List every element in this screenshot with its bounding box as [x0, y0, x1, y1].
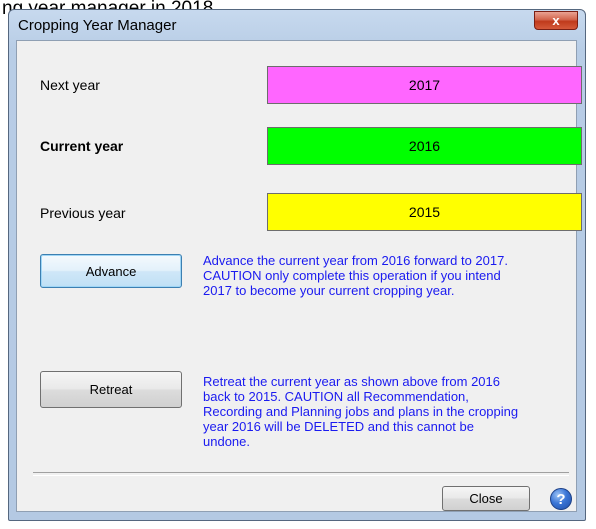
current-year-label: Current year: [40, 138, 124, 154]
window-title: Cropping Year Manager: [18, 17, 177, 34]
footer-separator: [33, 472, 569, 476]
close-button[interactable]: Close: [442, 486, 530, 511]
previous-year-label: Previous year: [40, 205, 126, 221]
current-year-field: 2016: [267, 127, 582, 165]
advance-button[interactable]: Advance: [40, 254, 182, 288]
window-close-button[interactable]: x: [534, 11, 578, 30]
next-year-field: 2017: [267, 66, 582, 104]
close-icon: x: [552, 13, 560, 28]
retreat-button[interactable]: Retreat: [40, 371, 182, 408]
dialog-body: Next year 2017 Current year 2016 Previou…: [16, 40, 582, 512]
retreat-description: Retreat the current year as shown above …: [203, 374, 519, 449]
next-year-label: Next year: [40, 77, 100, 93]
help-icon[interactable]: ?: [550, 488, 572, 510]
advance-description: Advance the current year from 2016 forwa…: [203, 253, 508, 298]
previous-year-field: 2015: [267, 193, 582, 231]
cropping-year-manager-dialog: Cropping Year Manager x Next year 2017 C…: [8, 9, 586, 521]
title-bar[interactable]: Cropping Year Manager x: [9, 10, 585, 40]
